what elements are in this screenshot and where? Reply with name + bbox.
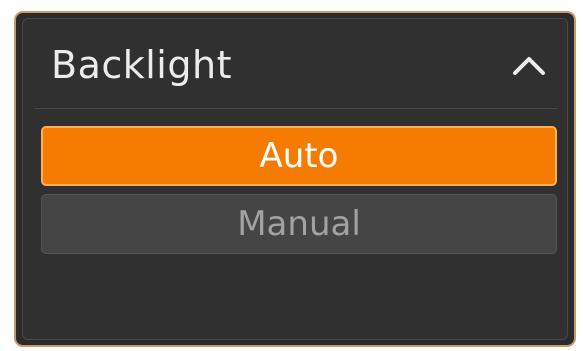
header-divider — [35, 108, 557, 109]
backlight-panel: Backlight Auto Manual — [22, 18, 568, 340]
panel-header[interactable]: Backlight — [23, 19, 567, 109]
option-auto-button[interactable]: Auto — [41, 126, 557, 186]
chevron-up-icon[interactable] — [509, 53, 549, 77]
panel-title: Backlight — [51, 43, 232, 87]
option-auto-label: Auto — [259, 136, 339, 176]
option-manual-button[interactable]: Manual — [41, 194, 557, 254]
option-manual-label: Manual — [237, 204, 361, 244]
